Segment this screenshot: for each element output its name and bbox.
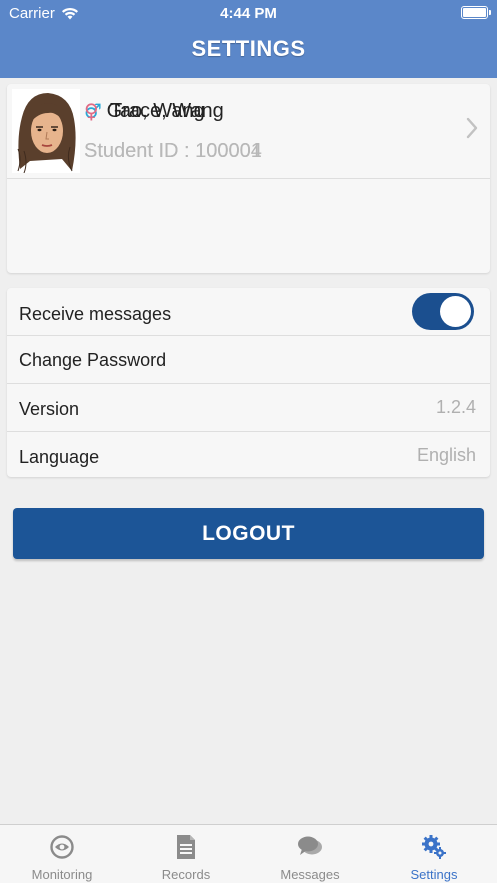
- tab-messages[interactable]: Messages: [248, 825, 372, 883]
- change-password-row[interactable]: Change Password: [7, 336, 490, 383]
- student-row-grace[interactable]: ♀ Grace, Wang Student ID : 100004: [7, 84, 490, 178]
- language-row[interactable]: Language English: [7, 432, 490, 479]
- tab-label: Monitoring: [31, 867, 93, 882]
- chevron-right-icon: [466, 117, 478, 139]
- settings-list: Receive messages Change Password Version…: [7, 288, 490, 477]
- receive-messages-row: Receive messages: [7, 288, 490, 335]
- tab-monitoring[interactable]: Monitoring: [0, 825, 124, 883]
- student-name: Grace, Wang: [106, 99, 224, 122]
- battery-icon: [461, 6, 491, 19]
- version-value: 1.2.4: [435, 397, 476, 417]
- divider: [7, 178, 490, 179]
- toggle-knob: [440, 296, 471, 327]
- receive-messages-toggle[interactable]: [412, 293, 474, 330]
- messages-icon: [298, 836, 322, 855]
- student-list: ♂ Tao, Wang Student ID : 100001 ♀ Grace,…: [7, 84, 490, 273]
- tab-records[interactable]: Records: [124, 825, 248, 883]
- language-label: Language: [19, 447, 100, 467]
- records-icon: [177, 835, 195, 859]
- logout-button[interactable]: LOGOUT: [13, 508, 484, 559]
- language-value: English: [416, 445, 476, 465]
- version-row: Version 1.2.4: [7, 384, 490, 431]
- tab-label: Settings: [410, 867, 458, 882]
- receive-messages-label: Receive messages: [19, 304, 172, 324]
- version-label: Version: [19, 399, 80, 419]
- avatar: [12, 89, 80, 173]
- change-password-label: Change Password: [19, 350, 167, 370]
- female-icon: ♀: [84, 99, 99, 123]
- header-bar: Carrier 4:44 PM SETTINGS: [0, 0, 497, 78]
- tab-settings[interactable]: Settings: [372, 825, 496, 883]
- page-title: SETTINGS: [191, 36, 306, 61]
- tab-label: Messages: [280, 867, 340, 882]
- student-id: Student ID : 100004: [84, 140, 262, 162]
- tab-bar: Monitoring Records Messages Settings: [0, 824, 497, 883]
- status-bar: Carrier 4:44 PM: [0, 0, 497, 26]
- gear-icon: [422, 835, 446, 859]
- status-time: 4:44 PM: [220, 5, 277, 22]
- monitoring-icon: [50, 835, 74, 859]
- tab-label: Records: [161, 867, 211, 882]
